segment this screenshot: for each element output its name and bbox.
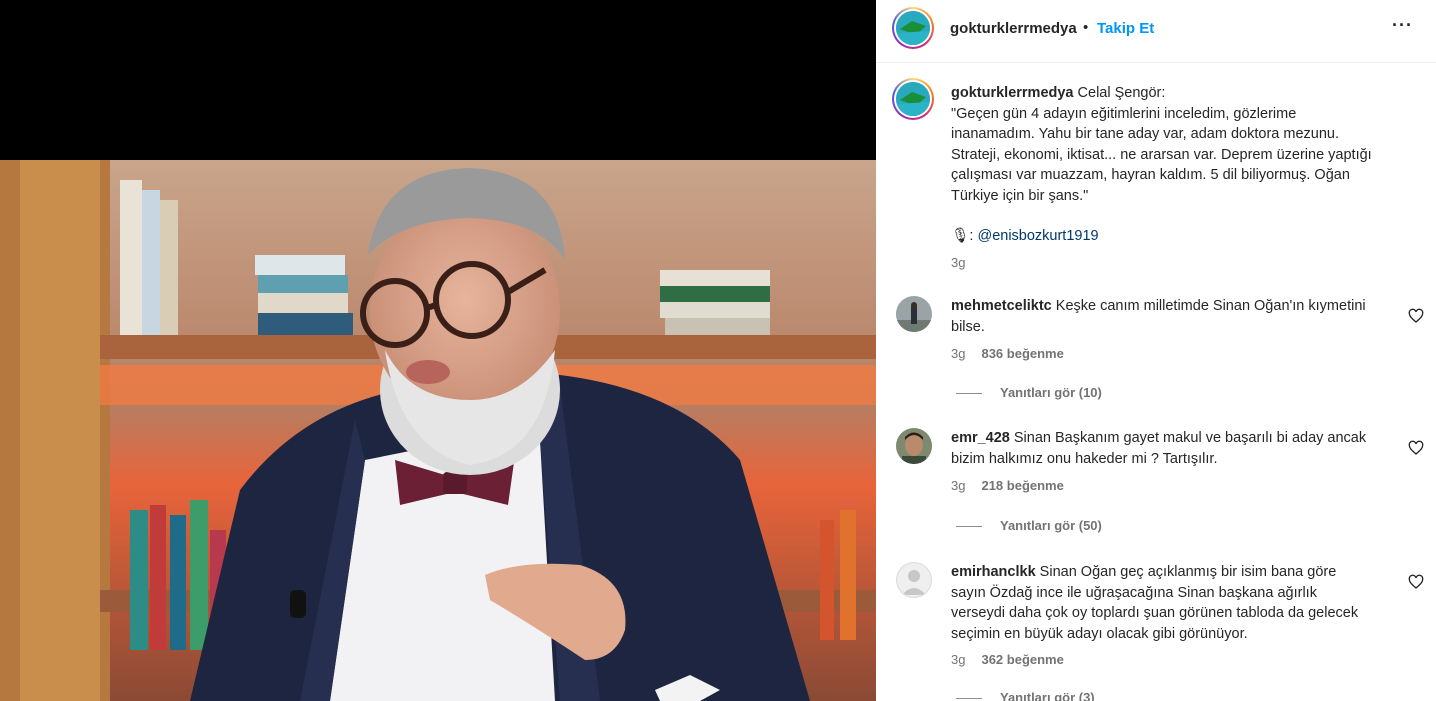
comment-avatar[interactable] bbox=[896, 428, 932, 464]
caption-line: çalışması var muazzam, hayran kaldım. 5 … bbox=[951, 167, 1350, 183]
comment-meta: 3g 362 beğenme bbox=[951, 652, 1064, 667]
like-heart-icon[interactable] bbox=[1408, 308, 1424, 324]
comment-text: bilse. bbox=[951, 318, 985, 335]
like-heart-icon[interactable] bbox=[1408, 440, 1424, 456]
caption-timestamp[interactable]: 3g bbox=[951, 253, 1401, 274]
comment-likes[interactable]: 362 beğenme bbox=[981, 652, 1063, 667]
comment-timestamp[interactable]: 3g bbox=[951, 478, 965, 493]
post-photo bbox=[0, 160, 876, 701]
follow-button[interactable]: Takip Et bbox=[1097, 20, 1154, 37]
view-replies-button[interactable]: Yanıtları gör (50) bbox=[956, 518, 1102, 533]
more-options-icon[interactable]: ··· bbox=[1392, 15, 1413, 36]
comment-body: emr_428 Sinan Başkanım gayet makul ve ba… bbox=[951, 428, 1391, 469]
microphone-icon: 🎙: bbox=[951, 228, 978, 244]
caption-line: Türkiye için bir şans." bbox=[951, 187, 1089, 204]
comment-text: verseydi daha çok oy toplardı şuan görün… bbox=[951, 605, 1359, 621]
comment-likes[interactable]: 218 beğenme bbox=[981, 478, 1063, 493]
view-replies-label: Yanıtları gör (10) bbox=[1000, 385, 1102, 400]
comment-item: mehmetceliktc Keşke canım milletimde Sin… bbox=[896, 296, 1424, 406]
comment-body: mehmetceliktc Keşke canım milletimde Sin… bbox=[951, 296, 1391, 337]
post-media[interactable] bbox=[0, 0, 876, 701]
comment-username[interactable]: emr_428 bbox=[951, 430, 1010, 446]
comment-avatar[interactable] bbox=[896, 296, 932, 332]
comment-likes[interactable]: 836 beğenme bbox=[981, 346, 1063, 361]
default-avatar-icon bbox=[902, 570, 926, 595]
comment-meta: 3g 218 beğenme bbox=[951, 478, 1064, 493]
replies-divider bbox=[956, 526, 982, 528]
comment-meta: 3g 836 beğenme bbox=[951, 346, 1064, 361]
caption-line: Strateji, ekonomi, iktisat... ne ararsan… bbox=[951, 146, 1372, 163]
brand-logo-icon bbox=[896, 82, 930, 116]
comment-body: emirhanclkk Sinan Oğan geç açıklanmış bi… bbox=[951, 562, 1391, 644]
header-username[interactable]: gokturklerrmedya bbox=[950, 20, 1077, 37]
caption-line: inanamadım. Yahu bir tane aday var, adam… bbox=[951, 126, 1339, 142]
comment-timestamp[interactable]: 3g bbox=[951, 346, 965, 361]
replies-divider bbox=[956, 393, 982, 395]
view-replies-button[interactable]: Yanıtları gör (3) bbox=[956, 690, 1095, 701]
comment-text: Sinan Başkanım gayet makul ve başarılı b… bbox=[1013, 430, 1367, 446]
like-heart-icon[interactable] bbox=[1408, 574, 1424, 590]
caption-line: Celal Şengör: bbox=[1077, 85, 1166, 101]
comment-text: bizim halkımız onu hakeder mi ? Tartışıl… bbox=[951, 450, 1218, 467]
view-replies-label: Yanıtları gör (50) bbox=[1000, 518, 1102, 533]
header-separator: • bbox=[1083, 19, 1089, 36]
caption-mention-link[interactable]: @enisbozkurt1919 bbox=[977, 228, 1098, 244]
post-header: gokturklerrmedya • Takip Et ··· bbox=[876, 0, 1436, 63]
caption-line: "Geçen gün 4 adayın eğitimlerini inceled… bbox=[951, 105, 1297, 122]
comment-username[interactable]: mehmetceliktc bbox=[951, 298, 1052, 314]
comment-text: seçimin en büyük adayı olacak gibi görün… bbox=[951, 625, 1248, 642]
comment-item: emr_428 Sinan Başkanım gayet makul ve ba… bbox=[896, 428, 1424, 538]
comment-item: emirhanclkk Sinan Oğan geç açıklanmış bi… bbox=[896, 562, 1424, 701]
comment-text: sayın Özdağ ince ile uğraşacağına Sinan … bbox=[951, 584, 1317, 601]
comment-timestamp[interactable]: 3g bbox=[951, 652, 965, 667]
header-avatar[interactable] bbox=[892, 7, 934, 49]
post-caption: gokturklerrmedya Celal Şengör: "Geçen gü… bbox=[951, 83, 1401, 273]
comment-text: Sinan Oğan geç açıklanmış bir isim bana … bbox=[1039, 564, 1337, 580]
replies-divider bbox=[956, 698, 982, 700]
post-sidebar: gokturklerrmedya • Takip Et ··· gokturkl… bbox=[876, 0, 1436, 701]
caption-avatar[interactable] bbox=[892, 78, 934, 120]
comment-avatar[interactable] bbox=[896, 562, 932, 598]
view-replies-button[interactable]: Yanıtları gör (10) bbox=[956, 385, 1102, 400]
view-replies-label: Yanıtları gör (3) bbox=[1000, 690, 1095, 701]
caption-username[interactable]: gokturklerrmedya bbox=[951, 85, 1074, 101]
brand-logo-icon bbox=[896, 11, 930, 45]
comment-text: Keşke canım milletimde Sinan Oğan'ın kıy… bbox=[1055, 298, 1366, 314]
comment-username[interactable]: emirhanclkk bbox=[951, 564, 1036, 580]
